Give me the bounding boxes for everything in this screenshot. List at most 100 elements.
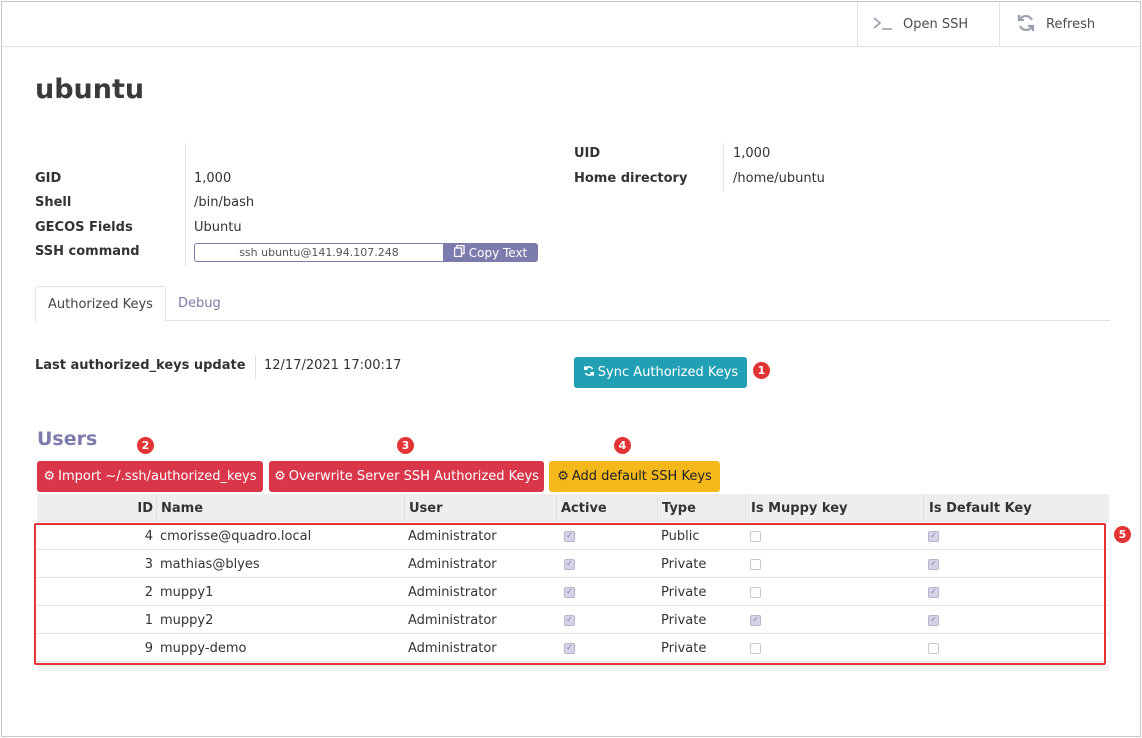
table-header: ID Name User Active Type Is Muppy key Is… xyxy=(37,494,1109,522)
active-checkbox[interactable] xyxy=(564,530,575,542)
column-header-name[interactable]: Name xyxy=(156,494,404,522)
import-authorized-keys-button[interactable]: ⚙ Import ~/.ssh/authorized_keys xyxy=(37,461,263,492)
annotation-badge-5: 5 xyxy=(1114,526,1131,543)
refresh-label: Refresh xyxy=(1046,17,1096,32)
cell-user: Administrator xyxy=(408,584,497,600)
table-footer xyxy=(37,665,1109,671)
uid-value: 1,000 xyxy=(733,146,771,161)
cell-user: Administrator xyxy=(408,612,497,628)
cell-user: Administrator xyxy=(408,556,497,572)
overwrite-label: Overwrite Server SSH Authorized Keys xyxy=(288,469,539,484)
is-muppy-key-checkbox[interactable] xyxy=(750,530,761,542)
cell-is-muppy-key xyxy=(745,606,923,634)
cell-active xyxy=(556,634,657,662)
is-default-key-checkbox[interactable] xyxy=(928,642,939,654)
sync-authorized-keys-button[interactable]: Sync Authorized Keys xyxy=(574,357,747,388)
active-checkbox[interactable] xyxy=(564,614,575,626)
is-muppy-key-checkbox[interactable] xyxy=(750,558,761,570)
cell-id: 9 xyxy=(144,640,153,656)
annotation-badge-1: 1 xyxy=(753,362,770,379)
cell-is-muppy-key xyxy=(745,550,923,578)
is-default-key-checkbox[interactable] xyxy=(928,558,939,570)
column-header-id[interactable]: ID xyxy=(37,494,157,522)
is-muppy-key-checkbox[interactable] xyxy=(750,614,761,626)
shell-value: /bin/bash xyxy=(194,195,255,210)
cell-type: Private xyxy=(661,612,707,628)
tab-debug[interactable]: Debug xyxy=(166,286,233,321)
cell-is-muppy-key xyxy=(745,578,923,606)
cell-is-muppy-key xyxy=(745,634,923,662)
table-row[interactable]: 1 muppy2 Administrator Private xyxy=(37,606,1109,634)
column-header-is-default-key[interactable]: Is Default Key xyxy=(923,494,1109,522)
home-directory-label: Home directory xyxy=(574,171,688,186)
copy-icon xyxy=(453,244,465,260)
gid-value: 1,000 xyxy=(194,171,232,186)
copy-text-label: Copy Text xyxy=(468,245,528,260)
record-title: ubuntu xyxy=(35,74,145,105)
gear-icon: ⚙ xyxy=(43,469,56,484)
table-row[interactable]: 2 muppy1 Administrator Private xyxy=(37,578,1109,606)
cell-name: muppy2 xyxy=(160,612,214,628)
window-frame: Open SSH Refresh ubuntu GID 1,000 Shell … xyxy=(1,1,1141,737)
sync-icon xyxy=(583,365,595,381)
open-ssh-button[interactable]: Open SSH xyxy=(857,2,999,47)
gecos-label: GECOS Fields xyxy=(35,220,133,235)
cell-is-muppy-key xyxy=(745,522,923,550)
last-update-label: Last authorized_keys update xyxy=(35,358,246,373)
is-default-key-checkbox[interactable] xyxy=(928,614,939,626)
cell-is-default-key xyxy=(923,550,1109,578)
column-header-is-muppy-key[interactable]: Is Muppy key xyxy=(745,494,923,522)
home-directory-value: /home/ubuntu xyxy=(733,171,825,186)
gear-icon: ⚙ xyxy=(557,469,569,484)
is-default-key-checkbox[interactable] xyxy=(928,530,939,542)
add-default-label: Add default SSH Keys xyxy=(571,469,712,484)
tab-authorized-keys[interactable]: Authorized Keys xyxy=(35,286,166,322)
notebook-tabs: Authorized Keys Debug xyxy=(35,286,1110,322)
field-separator-left xyxy=(185,143,186,266)
cell-id: 1 xyxy=(144,612,153,628)
cell-is-default-key xyxy=(923,634,1109,662)
column-header-active[interactable]: Active xyxy=(556,494,657,522)
column-header-user[interactable]: User xyxy=(404,494,556,522)
sync-label: Sync Authorized Keys xyxy=(597,365,739,380)
copy-text-button[interactable]: Copy Text xyxy=(443,243,538,262)
add-default-ssh-keys-button[interactable]: ⚙ Add default SSH Keys xyxy=(549,461,720,492)
gear-icon: ⚙ xyxy=(274,469,286,484)
cell-id: 2 xyxy=(144,584,153,600)
active-checkbox[interactable] xyxy=(564,558,575,570)
table-row[interactable]: 3 mathias@blyes Administrator Private xyxy=(37,550,1109,578)
refresh-button[interactable]: Refresh xyxy=(999,2,1140,47)
overwrite-authorized-keys-button[interactable]: ⚙ Overwrite Server SSH Authorized Keys xyxy=(269,461,544,492)
refresh-icon xyxy=(1016,13,1036,37)
import-label: Import ~/.ssh/authorized_keys xyxy=(58,469,257,484)
cell-type: Private xyxy=(661,584,707,600)
active-checkbox[interactable] xyxy=(564,586,575,598)
users-heading: Users xyxy=(37,428,98,450)
annotation-badge-2: 2 xyxy=(137,437,154,454)
active-checkbox[interactable] xyxy=(564,642,575,654)
is-muppy-key-checkbox[interactable] xyxy=(750,586,761,598)
cell-name: muppy-demo xyxy=(160,640,247,656)
cell-id: 4 xyxy=(144,528,153,544)
cell-name: mathias@blyes xyxy=(160,556,260,572)
last-update-value: 12/17/2021 17:00:17 xyxy=(264,358,402,373)
table-row[interactable]: 4 cmorisse@quadro.local Administrator Pu… xyxy=(37,522,1109,550)
cell-user: Administrator xyxy=(408,640,497,656)
cell-name: muppy1 xyxy=(160,584,214,600)
is-muppy-key-checkbox[interactable] xyxy=(750,642,761,654)
column-header-type[interactable]: Type xyxy=(657,494,745,522)
cell-type: Private xyxy=(661,556,707,572)
ssh-command-field[interactable]: ssh ubuntu@141.94.107.248 xyxy=(194,243,443,262)
table-row[interactable]: 9 muppy-demo Administrator Private xyxy=(37,634,1109,662)
field-separator-update xyxy=(255,355,256,379)
terminal-icon xyxy=(873,16,893,34)
is-default-key-checkbox[interactable] xyxy=(928,586,939,598)
cell-is-default-key xyxy=(923,606,1109,634)
cell-user: Administrator xyxy=(408,528,497,544)
cell-type: Public xyxy=(661,528,700,544)
gecos-value: Ubuntu xyxy=(194,220,242,235)
cell-id: 3 xyxy=(144,556,153,572)
cell-active xyxy=(556,578,657,606)
cell-is-default-key xyxy=(923,522,1109,550)
field-separator-right xyxy=(723,143,724,192)
